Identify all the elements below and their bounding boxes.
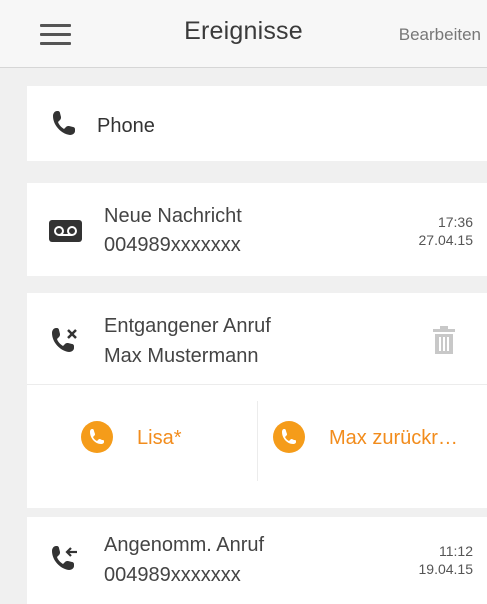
divider — [27, 384, 487, 385]
event-item-accepted[interactable]: Angenomm. Anruf 004989xxxxxxx 11:12 19.0… — [27, 517, 487, 604]
event-time: 11:12 — [439, 543, 473, 559]
phone-card[interactable]: Phone — [27, 86, 487, 161]
event-title: Angenomm. Anruf — [104, 534, 265, 556]
phone-icon — [273, 421, 305, 453]
event-number: 004989xxxxxxx — [104, 564, 241, 586]
event-date: 19.04.15 — [418, 561, 474, 577]
divider — [257, 401, 258, 481]
phone-icon — [81, 421, 113, 453]
callback-label: Max zurückr… — [329, 427, 458, 449]
voicemail-icon — [49, 220, 82, 242]
event-title: Entgangener Anruf — [104, 315, 271, 337]
incoming-call-icon — [52, 546, 77, 570]
event-caller: Max Mustermann — [104, 345, 259, 367]
event-item-missed[interactable]: Entgangener Anruf Max Mustermann Lisa* M… — [27, 293, 487, 508]
phone-label: Phone — [97, 115, 155, 137]
trash-icon[interactable] — [433, 326, 455, 354]
callback-label: Lisa* — [137, 427, 182, 449]
event-time: 17:36 — [437, 214, 473, 230]
missed-call-icon — [52, 328, 77, 352]
event-date: 27.04.15 — [418, 232, 474, 248]
event-number: 004989xxxxxxx — [104, 234, 241, 256]
event-item-voicemail[interactable]: Neue Nachricht 004989xxxxxxx 17:36 27.04… — [27, 183, 487, 276]
edit-button[interactable]: Bearbeiten — [399, 25, 481, 45]
header-bar: Ereignisse Bearbeiten — [0, 0, 487, 68]
phone-icon — [53, 111, 75, 135]
event-title: Neue Nachricht — [104, 205, 242, 227]
